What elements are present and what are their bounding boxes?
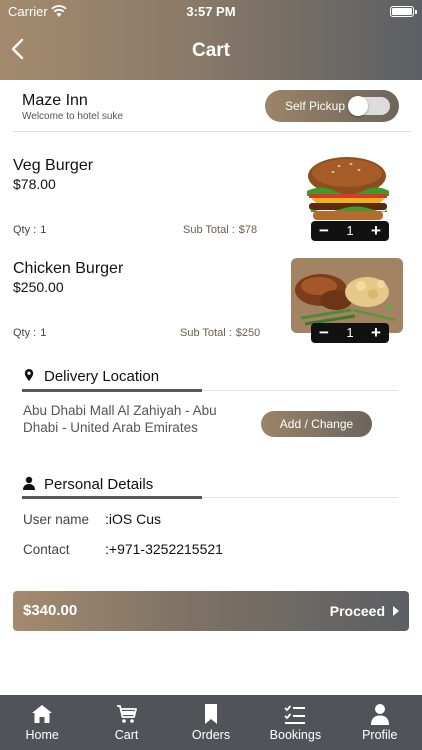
checklist-icon: [284, 705, 306, 724]
stepper-count: 1: [346, 223, 354, 238]
qty-value: 1: [40, 224, 47, 236]
section-underline: [22, 496, 202, 499]
home-icon: [32, 705, 53, 723]
delivery-location-title: Delivery Location: [44, 368, 160, 385]
person-icon: [370, 704, 389, 725]
tab-label: Cart: [114, 728, 139, 742]
qty-label: Qty :: [13, 327, 37, 339]
subtotal-value: $250: [235, 327, 261, 339]
cart-icon: [116, 705, 137, 723]
hotel-subtitle: Welcome to hotel suke: [22, 111, 123, 122]
page-title: Cart: [191, 40, 230, 61]
tab-label: Home: [25, 728, 59, 742]
battery-icon: [390, 6, 417, 17]
self-pickup-toggle[interactable]: Self Pickup: [265, 90, 399, 122]
chicken-illustration: [291, 258, 403, 333]
divider: [13, 131, 411, 132]
add-change-address-button[interactable]: Add / Change: [261, 411, 372, 437]
section-underline: [22, 389, 202, 392]
tab-label: Orders: [191, 728, 231, 742]
tab-orders[interactable]: Orders: [169, 695, 253, 750]
quantity-stepper: − 1 +: [311, 221, 389, 241]
tab-label: Profile: [362, 728, 398, 742]
play-arrow-icon: [393, 606, 399, 616]
person-icon: [23, 476, 35, 490]
quantity-stepper: − 1 +: [311, 323, 389, 343]
item-name: Chicken Burger: [13, 260, 124, 277]
item-subtotal: Sub Total : $78: [183, 224, 257, 236]
bookmark-icon: [204, 704, 217, 724]
section-rule: [202, 497, 398, 498]
tab-profile[interactable]: Profile: [338, 695, 422, 750]
qty-value: 1: [40, 327, 47, 339]
increase-qty-button[interactable]: +: [365, 221, 387, 241]
hotel-info: Maze Inn Welcome to hotel suke: [22, 92, 123, 122]
chicken-platter-image: [291, 258, 403, 333]
decrease-qty-button[interactable]: −: [313, 323, 335, 343]
toggle-knob: [348, 96, 368, 116]
hotel-name: Maze Inn: [22, 92, 88, 109]
subtotal-label: Sub Total :: [183, 224, 235, 236]
burger-image: [291, 150, 403, 225]
contact-label: Contact: [23, 542, 70, 557]
bottom-tab-bar: Home Cart Orders Bookings Profile: [0, 695, 422, 750]
tab-bookings[interactable]: Bookings: [253, 695, 337, 750]
increase-qty-button[interactable]: +: [365, 323, 387, 343]
self-pickup-label: Self Pickup: [285, 99, 346, 113]
decrease-qty-button[interactable]: −: [313, 221, 335, 241]
item-qty: Qty :1: [13, 327, 46, 339]
username-label: User name: [23, 512, 90, 527]
order-total: $340.00: [23, 602, 78, 619]
personal-details-heading: Personal Details: [22, 476, 153, 493]
status-bar: Carrier 3:57 PM: [0, 3, 422, 21]
tab-label: Bookings: [269, 728, 322, 742]
burger-illustration: [291, 150, 403, 225]
stepper-count: 1: [346, 325, 354, 340]
delivery-location-heading: Delivery Location: [22, 368, 159, 385]
map-pin-icon: [24, 369, 34, 381]
contact-value: :+971-3252215521: [105, 541, 223, 557]
subtotal-label: Sub Total :: [180, 327, 232, 339]
proceed-label: Proceed: [329, 603, 385, 619]
item-name: Veg Burger: [13, 157, 94, 174]
checkout-bar: $340.00 Proceed: [13, 591, 409, 631]
delivery-address: Abu Dhabi Mall Al Zahiyah - Abu Dhabi - …: [23, 403, 217, 435]
personal-details-title: Personal Details: [44, 476, 154, 493]
clock-label: 3:57 PM: [186, 4, 236, 19]
username-value: :iOS Cus: [105, 511, 162, 527]
tab-home[interactable]: Home: [0, 695, 84, 750]
item-price: $250.00: [13, 279, 64, 295]
section-rule: [202, 390, 398, 391]
subtotal-value: $78: [238, 224, 258, 236]
header-bar: Carrier 3:57 PM Cart: [0, 0, 422, 80]
proceed-button[interactable]: Proceed: [330, 603, 399, 619]
item-subtotal: Sub Total : $250: [180, 327, 260, 339]
toggle-switch[interactable]: [348, 96, 390, 116]
item-price: $78.00: [13, 176, 56, 192]
tab-cart[interactable]: Cart: [84, 695, 168, 750]
qty-label: Qty :: [13, 224, 37, 236]
item-qty: Qty :1: [13, 224, 46, 236]
